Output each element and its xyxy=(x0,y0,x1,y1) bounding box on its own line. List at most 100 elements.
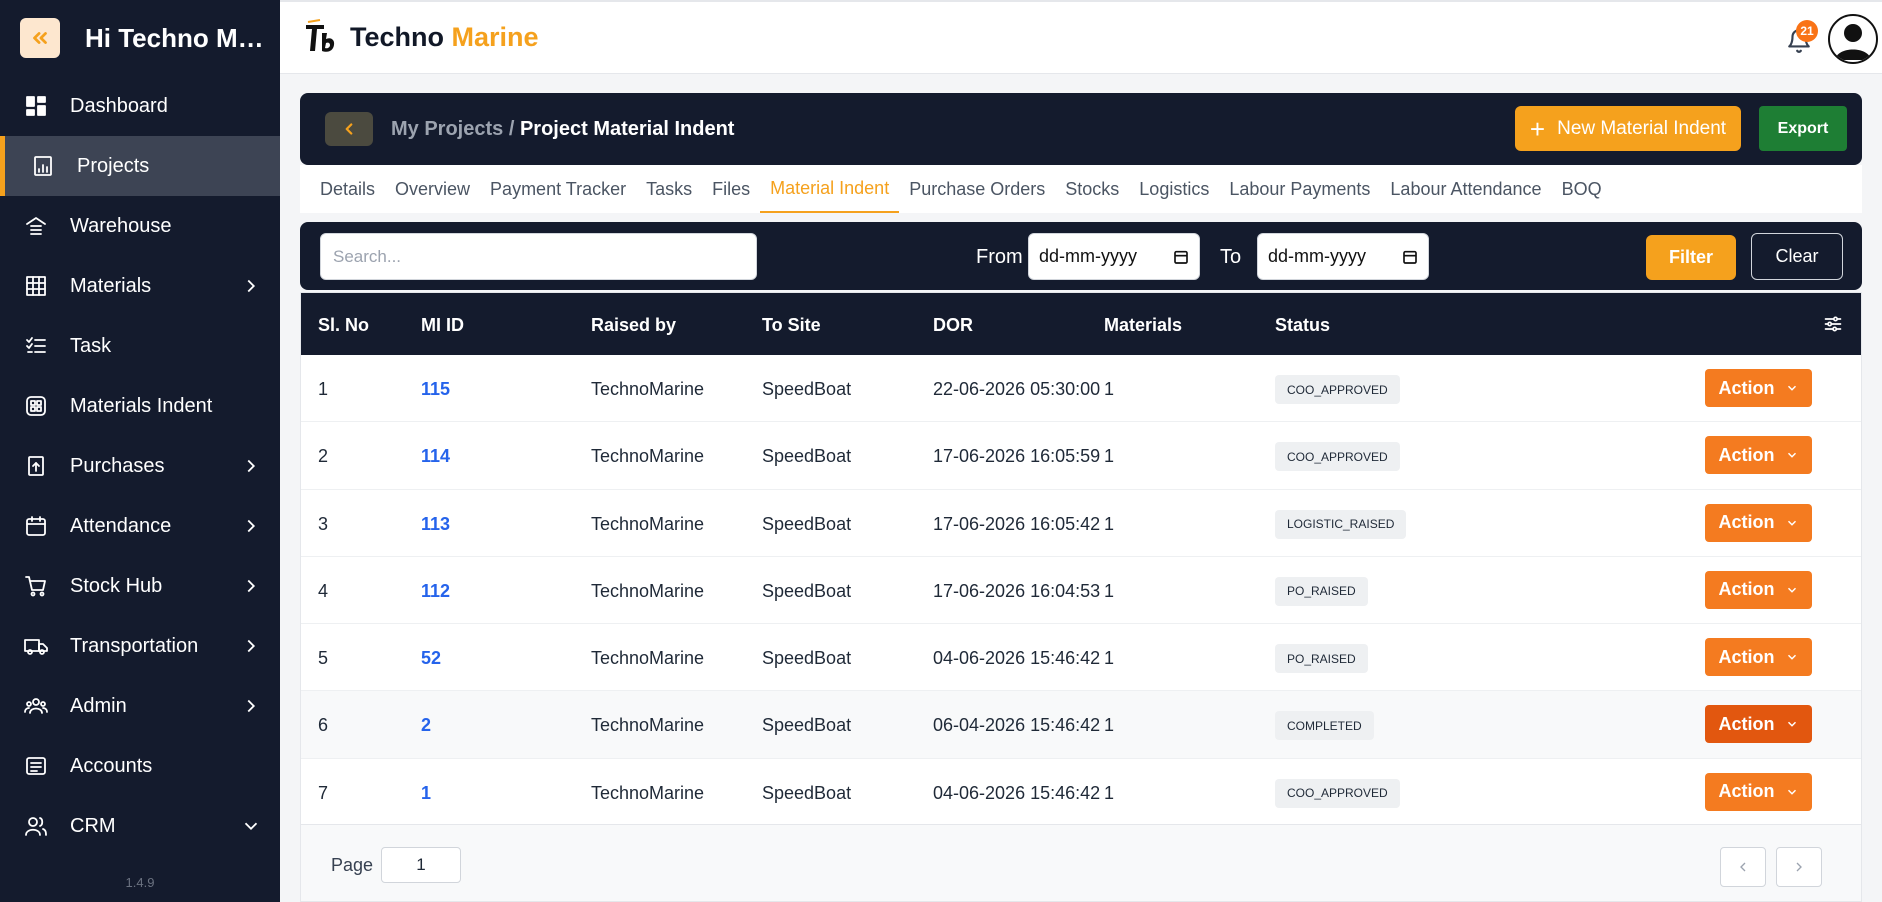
tab-tasks[interactable]: Tasks xyxy=(636,165,702,213)
sidebar-item-purchases[interactable]: Purchases xyxy=(0,436,280,496)
action-label: Action xyxy=(1718,512,1775,533)
action-label: Action xyxy=(1718,781,1775,802)
sidebar-item-label: Projects xyxy=(77,154,150,177)
clear-button[interactable]: Clear xyxy=(1751,233,1843,280)
tab-payment-tracker[interactable]: Payment Tracker xyxy=(480,165,636,213)
sidebar-item-label: CRM xyxy=(70,814,116,837)
previous-page-button[interactable] xyxy=(1720,847,1766,887)
mi-id-link[interactable]: 113 xyxy=(421,514,450,535)
tab-labour-payments[interactable]: Labour Payments xyxy=(1219,165,1380,213)
tab-material-indent[interactable]: Material Indent xyxy=(760,165,900,213)
mi-id-link[interactable]: 2 xyxy=(421,715,431,736)
to-site-cell: SpeedBoat xyxy=(762,513,852,534)
breadcrumb-my-projects[interactable]: My Projects / xyxy=(391,118,514,140)
user-avatar[interactable] xyxy=(1828,14,1878,64)
action-dropdown-button[interactable]: Action xyxy=(1705,503,1812,542)
action-dropdown-button[interactable]: Action xyxy=(1705,570,1812,609)
mi-id-link[interactable]: 114 xyxy=(421,446,450,467)
back-button[interactable] xyxy=(325,112,373,146)
sidebar-item-attendance[interactable]: Attendance xyxy=(0,496,280,556)
material-indent-table: Sl. No MI ID Raised by To Site DOR Materials S… xyxy=(300,292,1862,827)
brand-name-part2: Marine xyxy=(451,22,539,52)
sidebar-item-projects[interactable]: Projects xyxy=(0,136,280,196)
sl-no-cell: 2 xyxy=(318,446,329,467)
sidebar-item-label: Task xyxy=(70,334,112,357)
sidebar-item-task[interactable]: Task xyxy=(0,316,280,376)
sidebar-item-materials-indent[interactable]: Materials Indent xyxy=(0,376,280,436)
action-dropdown-button[interactable]: Action xyxy=(1705,369,1812,407)
action-dropdown-button[interactable]: Action xyxy=(1705,772,1812,811)
sidebar-item-warehouse[interactable]: Warehouse xyxy=(0,196,280,256)
mi-id-link[interactable]: 115 xyxy=(421,379,450,400)
chevron-down-icon xyxy=(1787,654,1796,660)
tab-files[interactable]: Files xyxy=(702,165,760,213)
mi-id-link[interactable]: 1 xyxy=(421,783,431,804)
tab-boq[interactable]: BOQ xyxy=(1552,165,1612,213)
to-date-input[interactable]: dd-mm-yyyy xyxy=(1257,233,1429,280)
sidebar-item-label: Purchases xyxy=(70,454,165,477)
chevron-right-icon xyxy=(247,639,256,653)
breadcrumb: My Projects / Project Material Indent xyxy=(391,118,734,141)
column-settings-icon[interactable] xyxy=(1823,314,1843,334)
table-row: 1 115 TechnoMarine SpeedBoat 22-06-2026 05:3… xyxy=(301,355,1861,423)
to-site-cell: SpeedBoat xyxy=(762,715,852,736)
plus-icon: + xyxy=(1529,113,1546,144)
tab-logistics[interactable]: Logistics xyxy=(1129,165,1219,213)
double-chevron-left-icon xyxy=(33,32,47,44)
notification-badge: 21 xyxy=(1796,20,1818,42)
sidebar: Hi Techno Mar... Dashboard Projects Wareho… xyxy=(0,0,280,902)
action-dropdown-button[interactable]: Action xyxy=(1705,638,1812,677)
new-material-indent-button[interactable]: + New Material Indent xyxy=(1515,106,1741,151)
sl-no-cell: 5 xyxy=(318,648,329,669)
column-header-materials: Materials xyxy=(1104,315,1183,335)
action-label: Action xyxy=(1718,377,1775,398)
status-badge: COO_APPROVED xyxy=(1275,375,1400,404)
tab-details[interactable]: Details xyxy=(310,165,385,213)
materials-cell: 1 xyxy=(1104,715,1115,736)
to-site-cell: SpeedBoat xyxy=(762,580,852,601)
tab-purchase-orders[interactable]: Purchase Orders xyxy=(899,165,1055,213)
dor-cell: 17-06-2026 16:05:59 xyxy=(933,446,1101,467)
brand-name-part1: Techno xyxy=(350,22,444,52)
sidebar-item-stock-hub[interactable]: Stock Hub xyxy=(0,556,280,616)
tab-overview[interactable]: Overview xyxy=(385,165,480,213)
techno-marine-logo xyxy=(306,18,335,52)
tab-stocks[interactable]: Stocks xyxy=(1055,165,1129,213)
column-header-raised-by: Raised by xyxy=(591,315,677,335)
chevron-right-icon xyxy=(247,459,256,473)
sidebar-item-crm[interactable]: CRM xyxy=(0,796,280,856)
action-dropdown-button[interactable]: Action xyxy=(1705,705,1812,744)
page-number-input[interactable]: 1 xyxy=(381,847,461,883)
mi-id-link[interactable]: 112 xyxy=(421,581,450,602)
filter-button[interactable]: Filter xyxy=(1646,235,1736,280)
status-badge: COO_APPROVED xyxy=(1275,778,1400,808)
materials-cell: 1 xyxy=(1104,379,1115,399)
mi-id-link[interactable]: 52 xyxy=(421,648,441,669)
collapse-sidebar-button[interactable] xyxy=(20,18,60,58)
sidebar-item-transportation[interactable]: Transportation xyxy=(0,616,280,676)
tab-labour-attendance[interactable]: Labour Attendance xyxy=(1380,165,1551,213)
sidebar-item-materials[interactable]: Materials xyxy=(0,256,280,316)
materials-cell: 1 xyxy=(1104,446,1115,467)
crm-icon xyxy=(22,812,50,840)
cart-icon xyxy=(22,572,50,600)
next-page-button[interactable] xyxy=(1776,847,1822,887)
from-date-input[interactable]: dd-mm-yyyy xyxy=(1028,233,1200,280)
calendar-icon xyxy=(1174,250,1188,264)
sidebar-greeting: Hi Techno Mar... xyxy=(85,22,275,53)
chevron-down-icon xyxy=(1787,587,1796,593)
from-date-value: dd-mm-yyyy xyxy=(1039,246,1137,266)
sidebar-item-dashboard[interactable]: Dashboard xyxy=(0,76,280,136)
grid-icon xyxy=(22,272,50,300)
search-input[interactable]: Search... xyxy=(320,233,757,280)
to-site-cell: SpeedBoat xyxy=(762,782,852,803)
sidebar-header: Hi Techno Mar... xyxy=(0,0,280,76)
sidebar-item-admin[interactable]: Admin xyxy=(0,676,280,736)
export-button[interactable]: Export xyxy=(1759,106,1847,151)
chevron-down-icon xyxy=(1787,789,1796,795)
dashboard-icon xyxy=(22,92,50,120)
status-badge: LOGISTIC_RAISED xyxy=(1275,509,1407,539)
calendar-icon xyxy=(1403,250,1417,264)
action-dropdown-button[interactable]: Action xyxy=(1705,436,1812,475)
sidebar-item-accounts[interactable]: Accounts xyxy=(0,736,280,796)
